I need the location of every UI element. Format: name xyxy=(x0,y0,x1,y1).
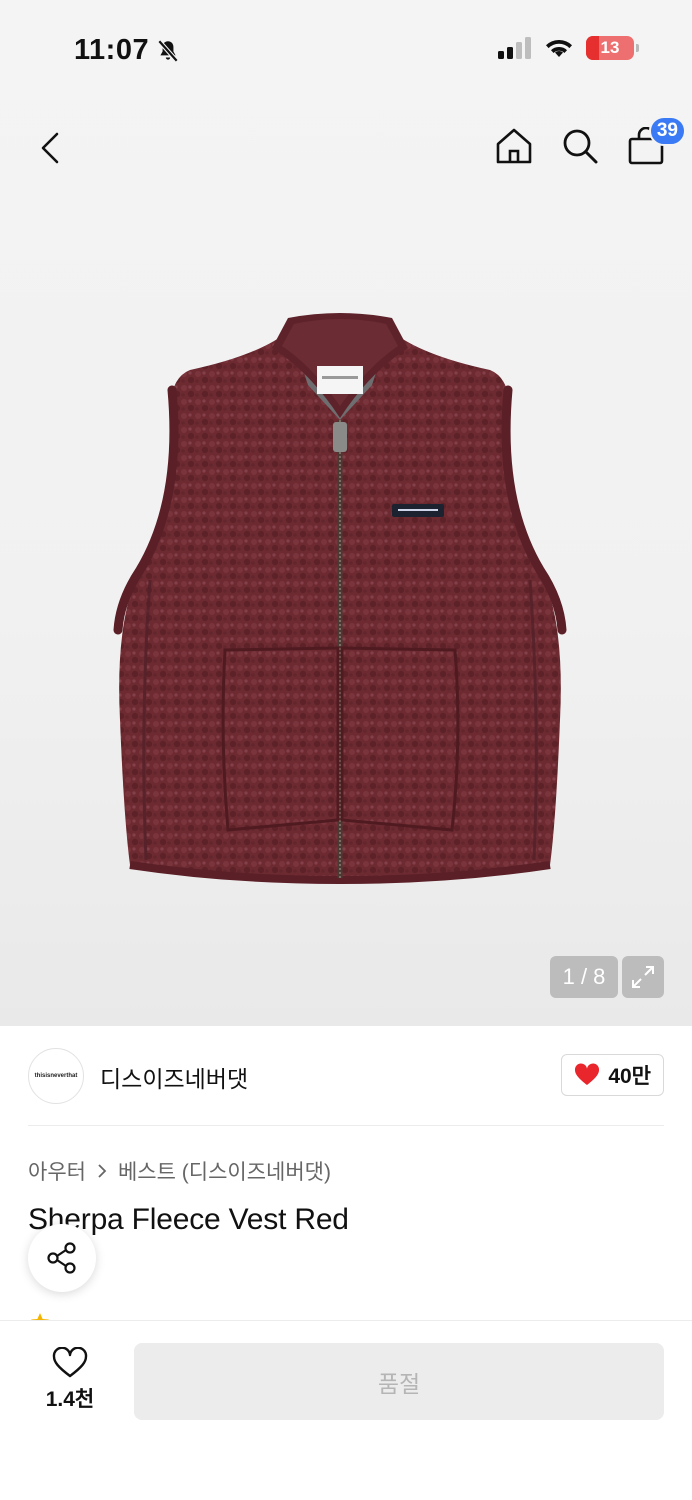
chevron-right-icon xyxy=(98,1164,107,1178)
wishlist-button[interactable]: 1.4천 xyxy=(34,1347,106,1413)
cart-count-badge: 39 xyxy=(648,116,686,146)
status-time: 11:07 xyxy=(74,34,150,66)
status-icons: 13 xyxy=(498,36,639,60)
expand-image-button[interactable] xyxy=(622,956,664,998)
share-button[interactable] xyxy=(28,1224,96,1292)
status-time-group: 11:07 xyxy=(74,34,181,67)
back-button[interactable] xyxy=(28,126,72,170)
breadcrumb-item-vest[interactable]: 베스트 (디스이즈네버댓) xyxy=(118,1156,331,1186)
top-navigation: 39 xyxy=(0,112,692,192)
share-icon xyxy=(47,1242,76,1274)
status-bar: 11:07 13 xyxy=(0,0,692,100)
divider xyxy=(28,1125,664,1126)
brand-logo-text: thisisneverthat xyxy=(34,1073,78,1079)
expand-icon xyxy=(632,966,654,988)
home-button[interactable] xyxy=(492,124,536,168)
brand-logo[interactable]: thisisneverthat xyxy=(28,1048,84,1104)
search-button[interactable] xyxy=(558,124,602,168)
nav-actions: 39 xyxy=(492,116,686,168)
search-icon xyxy=(563,129,598,164)
chevron-left-icon xyxy=(41,132,59,164)
image-counter: 1 / 8 xyxy=(550,956,618,998)
product-image[interactable] xyxy=(110,300,570,890)
breadcrumb: 아우터 베스트 (디스이즈네버댓) xyxy=(28,1156,331,1186)
home-icon xyxy=(496,128,532,164)
battery-icon: 13 xyxy=(586,36,639,60)
cart-button[interactable]: 39 xyxy=(624,116,686,168)
brand-like-count: 40만 xyxy=(608,1065,651,1088)
heart-outline-icon xyxy=(52,1347,88,1378)
wifi-icon xyxy=(546,39,572,57)
signal-icon xyxy=(498,37,531,59)
battery-level: 13 xyxy=(600,38,620,57)
heart-filled-icon xyxy=(575,1063,600,1085)
bell-slash-icon xyxy=(157,39,179,62)
brand-row: thisisneverthat 디스이즈네버댓 40만 xyxy=(28,1046,664,1106)
breadcrumb-item-outer[interactable]: 아우터 xyxy=(28,1156,86,1186)
brand-name[interactable]: 디스이즈네버댓 xyxy=(100,1060,248,1094)
wishlist-count: 1.4천 xyxy=(45,1388,95,1411)
sold-out-button[interactable]: 품절 xyxy=(134,1343,664,1420)
bottom-action-bar: 1.4천 품절 xyxy=(0,1320,692,1500)
brand-like-button[interactable]: 40만 xyxy=(561,1054,664,1096)
